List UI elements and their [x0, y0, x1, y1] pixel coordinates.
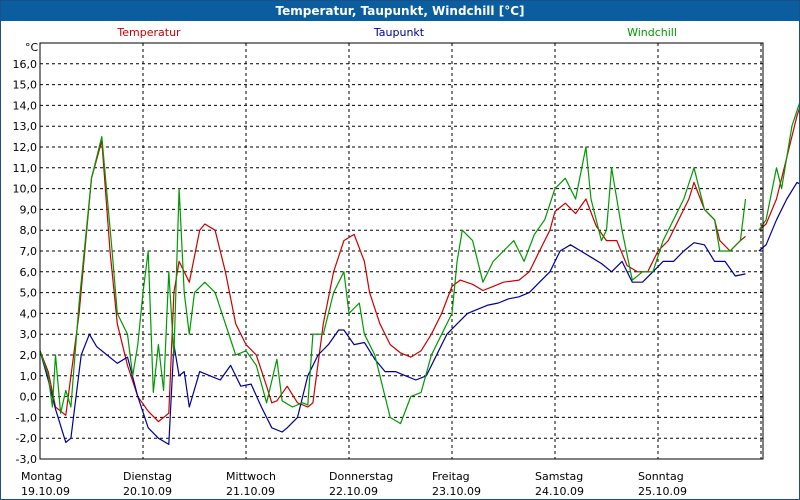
y-axis-unit-label: °C [25, 41, 39, 54]
y-tick-label: -1,0 [16, 411, 37, 424]
legend: Temperatur Taupunkt Windchill [116, 26, 677, 39]
chart-svg: -3,0 -2,0 -1,0 0,0 1,0 2,0 3,0 4,0 5,0 6,0 7,0 8,0 9… [13, 26, 799, 498]
x-tick-date: 25.10.09 [638, 485, 687, 498]
x-tick-day: Montag [21, 470, 62, 483]
x-tick-date: 19.10.09 [21, 485, 70, 498]
y-tick-label: 12,0 [13, 141, 38, 154]
y-tick-label: 9,0 [20, 203, 38, 216]
y-tick-label: 16,0 [13, 58, 38, 71]
y-tick-label: 8,0 [20, 224, 38, 237]
x-tick-day: Samstag [535, 470, 583, 483]
y-tick-label: 3,0 [20, 328, 38, 341]
y-tick-label: 7,0 [20, 245, 38, 258]
x-tick-day: Sonntag [638, 470, 684, 483]
x-tick-date: 21.10.09 [226, 485, 275, 498]
legend-entry-windchill: Windchill [627, 26, 677, 39]
y-tick-label: 13,0 [13, 120, 38, 133]
legend-entry-temperatur: Temperatur [116, 26, 181, 39]
y-tick-label: 5,0 [20, 287, 38, 300]
y-tick-label: -3,0 [16, 453, 37, 466]
x-tick-day: Donnerstag [329, 470, 393, 483]
y-tick-label: 10,0 [13, 183, 38, 196]
y-tick-label: 0,0 [20, 391, 38, 404]
y-tick-label: 4,0 [20, 307, 38, 320]
y-tick-label: 14,0 [13, 99, 38, 112]
x-tick-date: 22.10.09 [329, 485, 378, 498]
x-tick-labels: Montag 19.10.09 Dienstag 20.10.09 Mittwoch 21… [21, 470, 687, 498]
y-tick-label: 15,0 [13, 79, 38, 92]
x-tick-day: Dienstag [123, 470, 172, 483]
x-tick-day: Mittwoch [226, 470, 276, 483]
y-tick-labels: -3,0 -2,0 -1,0 0,0 1,0 2,0 3,0 4,0 5,0 6,0 7,0 8,0 9… [13, 58, 38, 466]
y-tick-label: -2,0 [16, 432, 37, 445]
legend-entry-taupunkt: Taupunkt [373, 26, 425, 39]
y-tick-label: 6,0 [20, 266, 38, 279]
chart-window: Temperatur, Taupunkt, Windchill [°C] -3,… [0, 0, 800, 500]
x-tick-date: 23.10.09 [432, 485, 481, 498]
x-tick-date: 20.10.09 [123, 485, 172, 498]
y-tick-label: 11,0 [13, 162, 38, 175]
y-tick-label: 1,0 [20, 370, 38, 383]
y-tick-label: 2,0 [20, 349, 38, 362]
x-tick-day: Freitag [432, 470, 470, 483]
x-tick-date: 24.10.09 [535, 485, 584, 498]
